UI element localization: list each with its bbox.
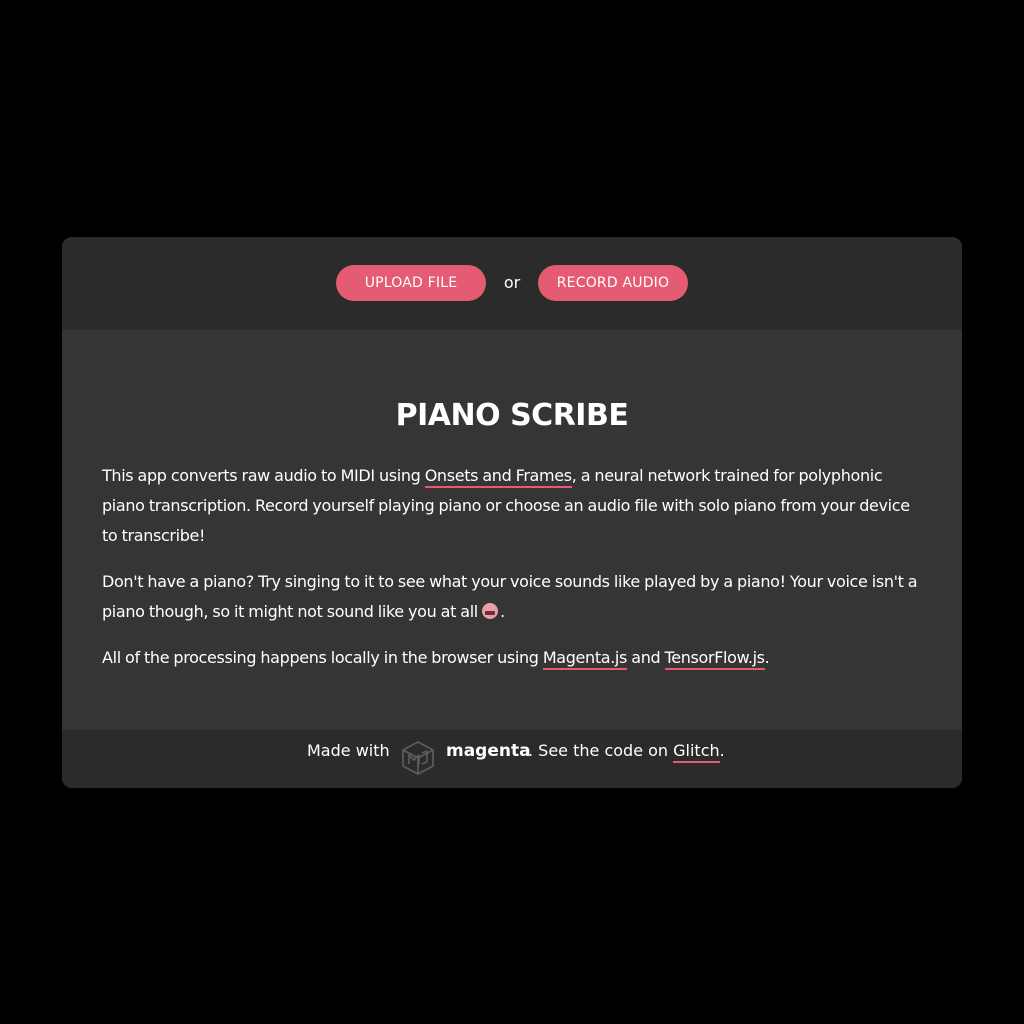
tensorflow-js-link[interactable]: TensorFlow.js (664, 648, 765, 670)
record-audio-button[interactable]: RECORD AUDIO (538, 265, 688, 301)
magenta-logo-icon[interactable] (400, 740, 436, 776)
p3-text-before: All of the processing happens locally in… (102, 648, 543, 667)
intro-paragraph-2: Don't have a piano? Try singing to it to… (102, 567, 922, 627)
intro-paragraph-1: This app converts raw audio to MIDI usin… (102, 461, 922, 551)
onsets-and-frames-link[interactable]: Onsets and Frames (424, 466, 572, 488)
p1-text-before: This app converts raw audio to MIDI usin… (102, 466, 425, 485)
or-separator: or (503, 273, 521, 292)
page-title: PIANO SCRIBE (395, 398, 629, 433)
intro-paragraph-3: All of the processing happens locally in… (102, 643, 922, 673)
p3-text-after: . (764, 648, 770, 667)
p2-text: Don't have a piano? Try singing to it to… (102, 572, 918, 621)
magenta-brand[interactable]: magenta (446, 730, 531, 772)
intro-section: PIANO SCRIBE This app converts raw audio… (62, 330, 962, 730)
code-text-end: . (719, 741, 725, 760)
app-card: UPLOAD FILE or RECORD AUDIO PIANO SCRIBE… (62, 237, 962, 788)
upload-file-button[interactable]: UPLOAD FILE (336, 265, 486, 301)
code-text: . See the code on (528, 741, 674, 760)
p3-text-mid: and (627, 648, 665, 667)
footer: Made with magenta . See the code on Glit… (62, 730, 962, 788)
magenta-js-link[interactable]: Magenta.js (542, 648, 627, 670)
made-with-label: Made with (307, 741, 390, 760)
grimacing-face-icon (482, 603, 499, 619)
p2-text-end: . (500, 602, 505, 621)
controls-bar: UPLOAD FILE or RECORD AUDIO (62, 237, 962, 330)
glitch-link[interactable]: Glitch (673, 741, 720, 763)
code-credit: . See the code on Glitch. (528, 730, 725, 772)
